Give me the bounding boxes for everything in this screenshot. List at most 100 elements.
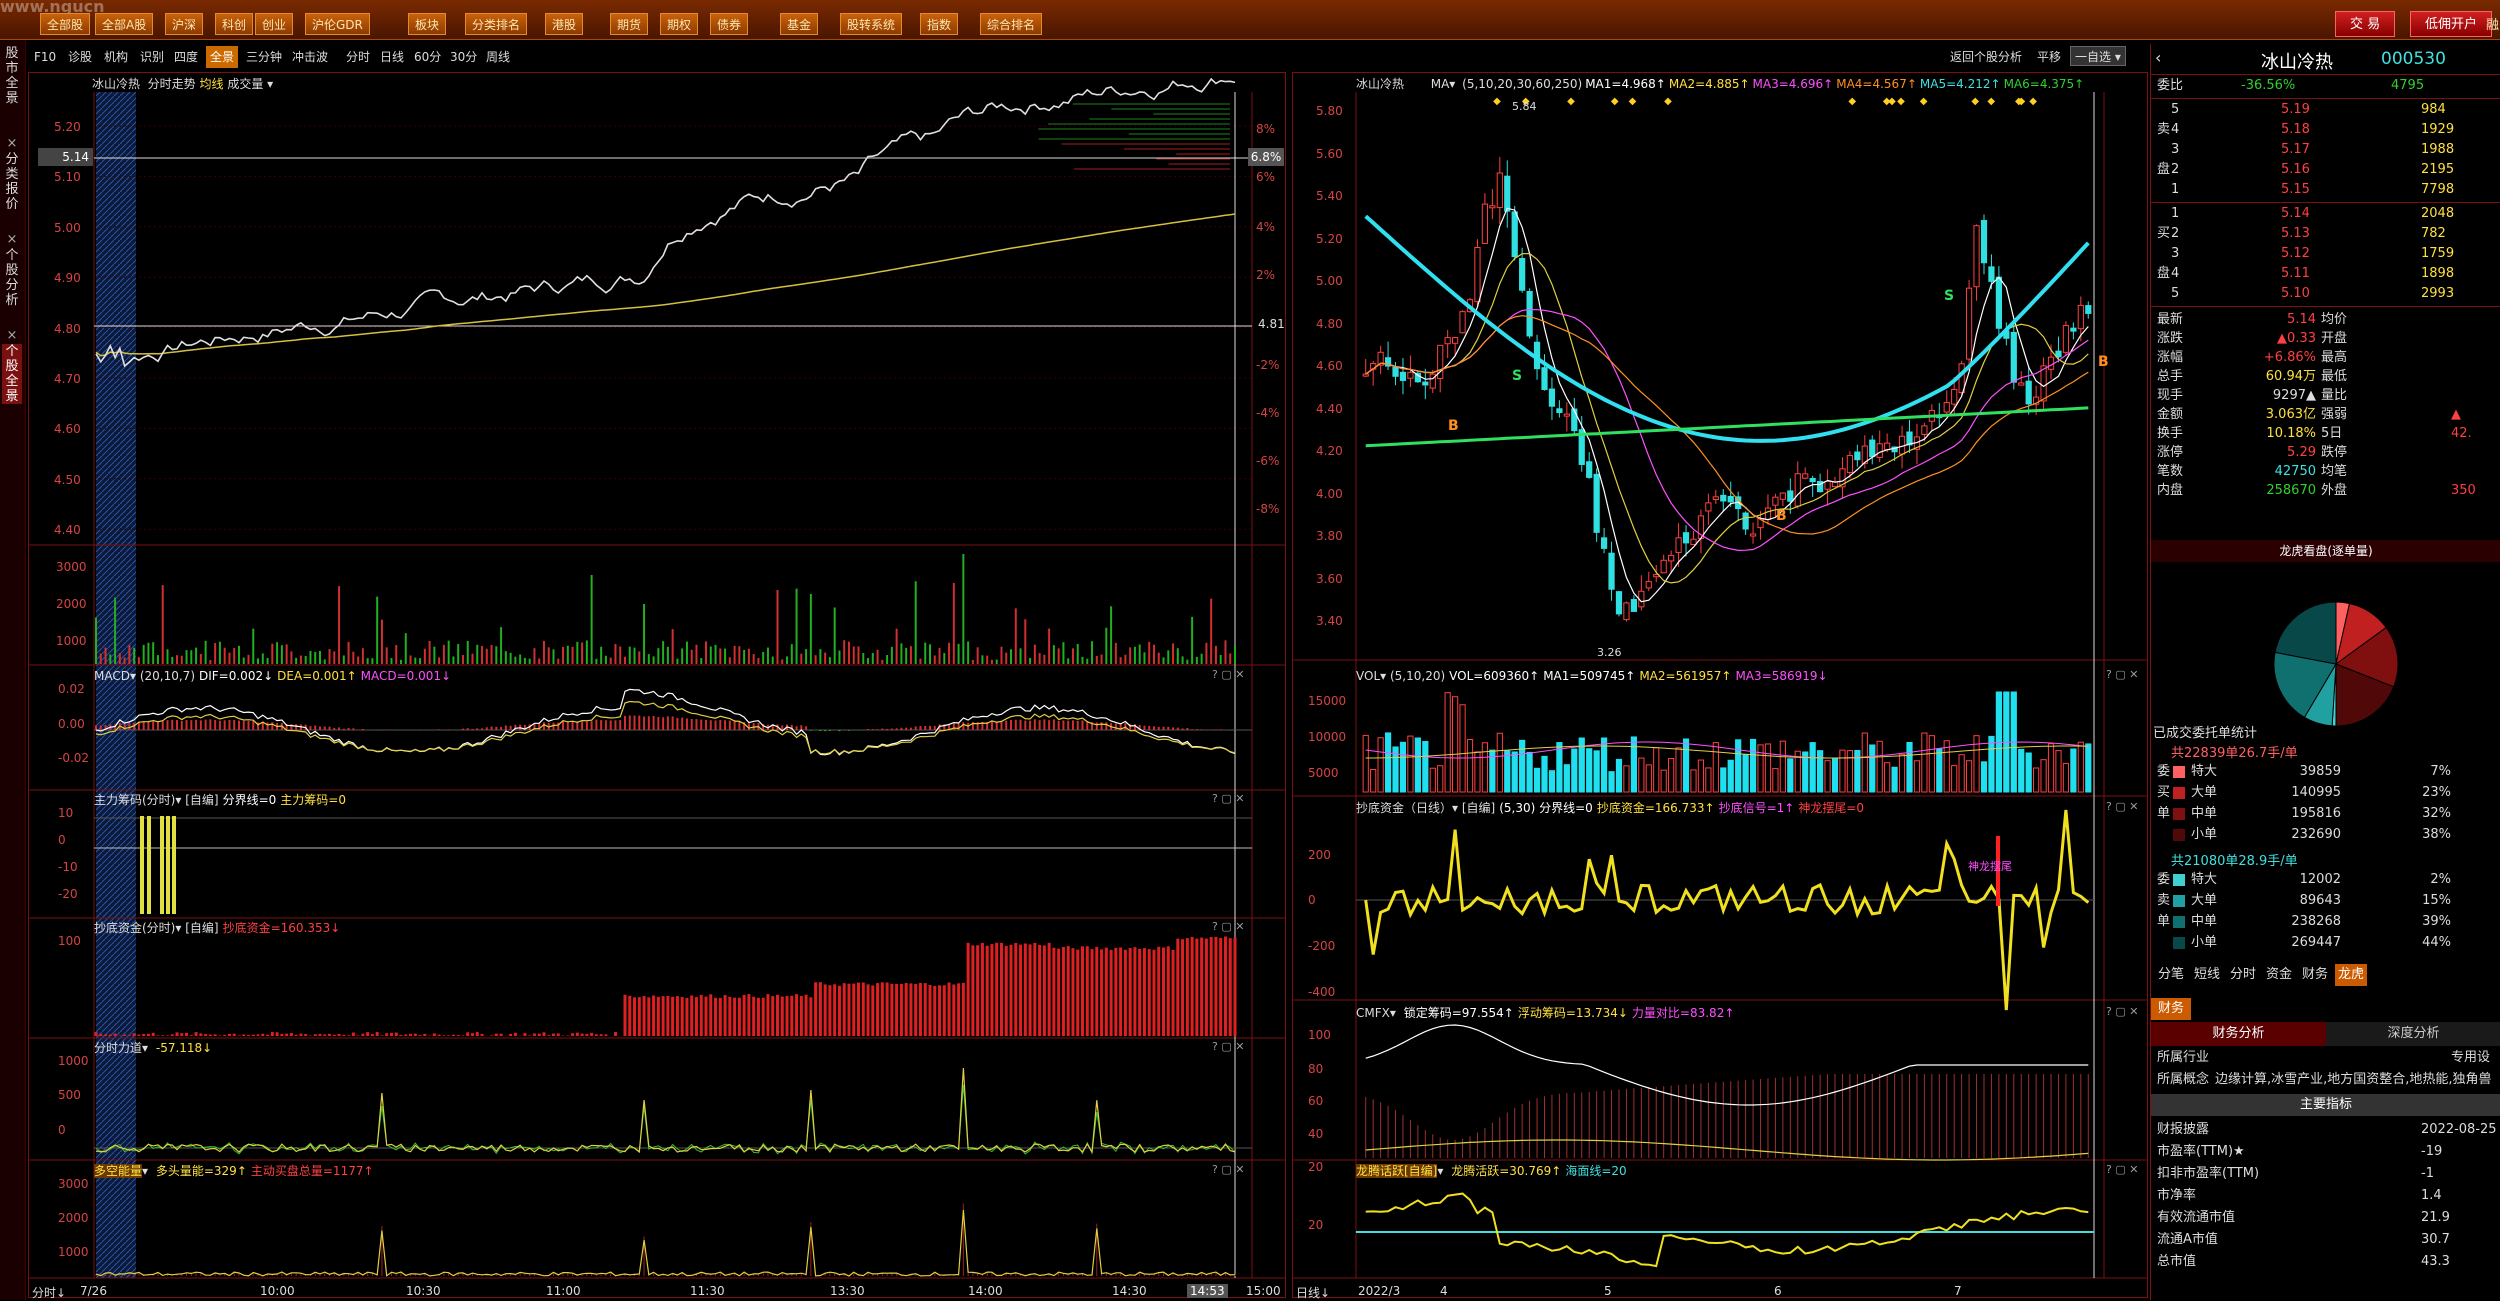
daily-price-tick: 5.80	[1316, 104, 1343, 118]
quote-tab-2[interactable]: 分时	[2227, 964, 2259, 986]
prev-close-label: 4.81	[1258, 317, 1285, 331]
quote-tab-1[interactable]: 短线	[2191, 964, 2223, 986]
daily-price-tick: 4.40	[1316, 401, 1343, 416]
stat-row: 总手 60.94万 最低	[2157, 369, 2348, 384]
panel-controls-icon[interactable]: ? ▢ ✕	[1212, 920, 1244, 933]
panel-controls-icon[interactable]: ? ▢ ✕	[2106, 668, 2138, 681]
panel-controls-icon[interactable]: ? ▢ ✕	[1212, 1163, 1244, 1176]
current-pct-tag: 6.8%	[1248, 148, 1284, 166]
fin-row: 市净率 1.4	[2157, 1188, 2442, 1203]
vol-tick: 3000	[56, 560, 87, 574]
legend-swatch	[2173, 787, 2185, 799]
time-tick: 10:30	[406, 1284, 441, 1298]
daily-area	[1292, 72, 2148, 1298]
ask-row: 盘 2 5.16 2195	[2157, 162, 2455, 177]
stat-row: 最新 5.14 均价	[2157, 312, 2348, 327]
order-row: 委特大 39859 7%	[2157, 764, 2451, 779]
fin-row: 有效流通市值 21.9	[2157, 1210, 2450, 1225]
quote-tab-3[interactable]: 资金	[2263, 964, 2295, 986]
stat-row: 换手 10.18% 5日 42.	[2157, 426, 2472, 441]
panel-controls-icon[interactable]: ? ▢ ✕	[1212, 792, 1244, 805]
sub-right-tick: -200	[1308, 939, 1336, 953]
time-tick: 10:00	[260, 1284, 295, 1298]
ask-row: 卖 4 5.18 1929	[2157, 122, 2455, 137]
daily-period-label[interactable]: 日线↓	[1296, 1284, 1330, 1301]
price-tick: 4.70	[54, 372, 81, 386]
quote-tab-0[interactable]: 分笔	[2155, 964, 2187, 986]
sub-right-header-3: 龙腾话跃[自编]▾ 龙腾活跃=30.769↑ 海面线=20	[1356, 1164, 1627, 1178]
price-tick: 5.00	[54, 220, 81, 235]
industry-row: 所属行业 专用设	[2157, 1050, 2491, 1065]
daily-price-tick: 4.20	[1316, 444, 1343, 458]
sub-left-header-0: MACD▾ (20,10,7) DIF=0.002↓ DEA=0.001↑ MACD=…	[94, 669, 452, 683]
price-tick: 4.80	[54, 321, 81, 336]
daily-price-tick: 4.60	[1316, 359, 1343, 373]
pct-tick: 2%	[1256, 268, 1276, 282]
sub-right-tick: -400	[1308, 985, 1336, 999]
sub-right-tick: 80	[1308, 1062, 1324, 1076]
sub-right-tick: 60	[1308, 1094, 1324, 1108]
price-tick: 4.50	[54, 472, 81, 487]
time-tick: 14:30	[1112, 1284, 1147, 1298]
legend-swatch	[2173, 895, 2185, 907]
quote-panel: ‹ 冰山冷热 000530 委比 -36.56% 4795 5 5.19 984 卖 4 5.…	[2150, 44, 2500, 1300]
stat-row: 内盘 258670 外盘 350	[2157, 483, 2476, 498]
pie-title: 龙虎看盘(逐单量)	[2151, 540, 2500, 562]
low-price-label: 3.26	[1597, 646, 1622, 659]
quote-tab-5[interactable]: 龙虎	[2335, 964, 2368, 986]
sub-left-header-3: 分时力道▾ -57.118↓	[94, 1041, 213, 1055]
stat-row: 笔数 42750 均笔	[2157, 464, 2348, 479]
sub-right-header-0: VOL▾ (5,10,20) VOL=609360↑ MA1=509745↑ MA2=…	[1356, 669, 1828, 683]
back-arrow-icon[interactable]: ‹	[2155, 48, 2161, 67]
legend-swatch	[2173, 874, 2185, 886]
order-row: 单中单 195816 32%	[2157, 806, 2451, 821]
stat-row: 涨停 5.29 跌停	[2157, 445, 2348, 460]
price-tick: 4.60	[54, 422, 81, 437]
pct-tick: -6%	[1256, 454, 1280, 468]
stat-row: 金额 3.063亿 强弱 ▲	[2157, 407, 2461, 422]
legend-swatch	[2173, 916, 2185, 928]
time-tick: 15:00	[1246, 1284, 1281, 1298]
tab-deep-analysis[interactable]: 深度分析	[2326, 1022, 2500, 1046]
fin-row: 财报披露 2022-08-25	[2157, 1122, 2497, 1137]
sub-right-tick: 20	[1308, 1160, 1324, 1174]
daily-price-tick: 3.80	[1316, 529, 1343, 543]
fin-row: 总市值 43.3	[2157, 1254, 2450, 1269]
sub-right-tick: 40	[1308, 1127, 1324, 1141]
current-price-tag: 5.14	[38, 148, 93, 166]
panel-controls-icon[interactable]: ? ▢ ✕	[1212, 668, 1244, 681]
stat-row: 涨幅 +6.86% 最高	[2157, 350, 2348, 365]
time-tick: 14:00	[968, 1284, 1003, 1298]
time-tick: 14:53	[1187, 1284, 1228, 1298]
time-tick: 11:00	[546, 1284, 581, 1298]
ask-row: 5 5.19 984	[2171, 102, 2446, 117]
intraday-title: 冰山冷热 分时走势 均线 成交量 ▾	[92, 77, 274, 91]
sub-right-tick: 200	[1308, 848, 1331, 862]
signal-annotation: 神龙摆尾	[1968, 860, 2012, 873]
quote-tab-4[interactable]: 财务	[2299, 964, 2331, 986]
sub-tick: 10	[58, 806, 74, 820]
time-tick: 13:30	[830, 1284, 865, 1298]
buy-total: 共22839单26.7手/单	[2171, 746, 2298, 761]
period-label[interactable]: 分时↓	[32, 1284, 66, 1301]
panel-controls-icon[interactable]: ? ▢ ✕	[2106, 800, 2138, 813]
sub-right-tick: 100	[1308, 1028, 1331, 1042]
weibi-row: 委比 -36.56% 4795	[2157, 78, 2425, 93]
pct-tick: 8%	[1256, 122, 1276, 136]
daily-price-tick: 3.40	[1316, 614, 1343, 628]
sub-tick: 3000	[58, 1177, 89, 1191]
bid-row: 盘 4 5.11 1898	[2157, 266, 2455, 281]
panel-controls-icon[interactable]: ? ▢ ✕	[2106, 1005, 2138, 1018]
sub-right-tick: 15000	[1308, 694, 1347, 708]
tab-financial-analysis[interactable]: 财务分析	[2151, 1022, 2326, 1046]
sub-tick: -10	[58, 860, 78, 874]
daily-price-tick: 5.00	[1316, 274, 1343, 288]
tab-finance-active[interactable]: 财务	[2151, 998, 2191, 1020]
time-tick: 11:30	[690, 1284, 725, 1298]
fin-row: 扣非市盈率(TTM) -1	[2157, 1166, 2434, 1181]
panel-controls-icon[interactable]: ? ▢ ✕	[1212, 1040, 1244, 1053]
daily-time-tick: 5	[1604, 1284, 1612, 1298]
vol-tick: 1000	[56, 634, 87, 648]
stock-name: 冰山冷热	[2261, 52, 2333, 73]
panel-controls-icon[interactable]: ? ▢ ✕	[2106, 1163, 2138, 1176]
